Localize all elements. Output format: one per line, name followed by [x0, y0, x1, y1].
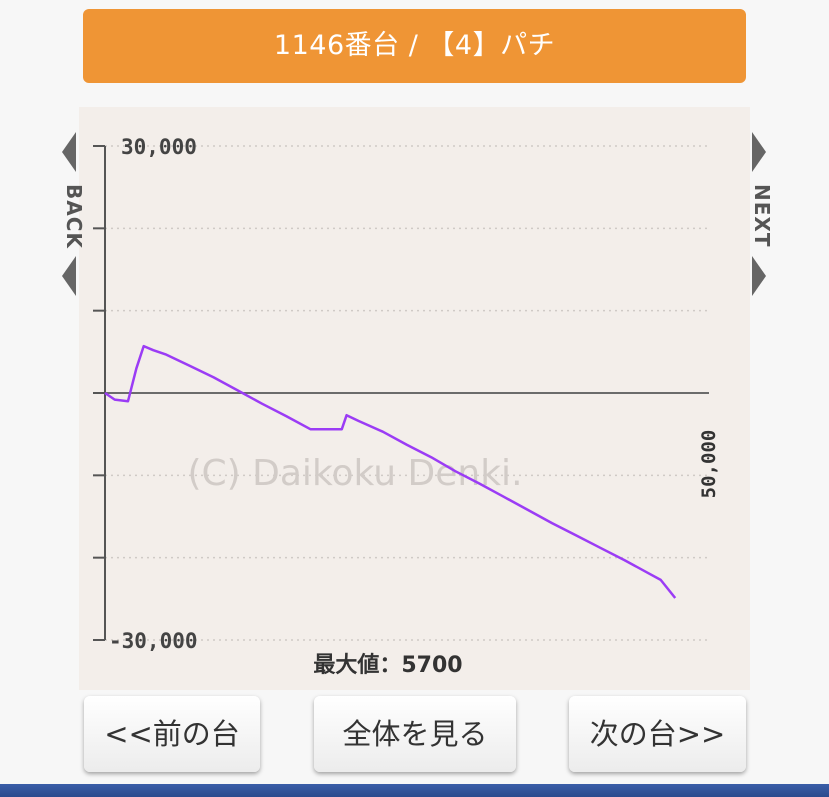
back-label: BACK: [62, 184, 86, 249]
chart-svg: (C) Daikoku Denki. 30,000 -30,000 50,000 最大値…: [93, 135, 720, 678]
slump-graph: (C) Daikoku Denki. 30,000 -30,000 50,000 最大値…: [79, 107, 750, 690]
machine-title-bar: 1146番台 / 【4】パチ: [83, 9, 746, 83]
max-value-annotation: 最大値：5700: [313, 653, 462, 678]
machine-title: 1146番台 / 【4】パチ: [273, 30, 556, 61]
watermark-text: (C) Daikoku Denki.: [187, 453, 522, 494]
back-nav[interactable]: BACK: [58, 130, 88, 300]
next-label: NEXT: [750, 184, 774, 248]
y-tick-label-top: 30,000: [121, 135, 197, 159]
y-tick-label-bottom: -30,000: [109, 629, 198, 653]
page: 1146番台 / 【4】パチ (C) Daikoku Denki. 30,000 -…: [0, 0, 829, 797]
next-machine-button[interactable]: 次の台>>: [569, 696, 746, 772]
next-nav[interactable]: NEXT: [746, 130, 776, 300]
view-all-button[interactable]: 全体を見る: [314, 696, 516, 772]
bottom-bar: [0, 784, 829, 797]
x-tick-label: 50,000: [698, 430, 720, 499]
prev-machine-button[interactable]: <<前の台: [84, 696, 260, 772]
